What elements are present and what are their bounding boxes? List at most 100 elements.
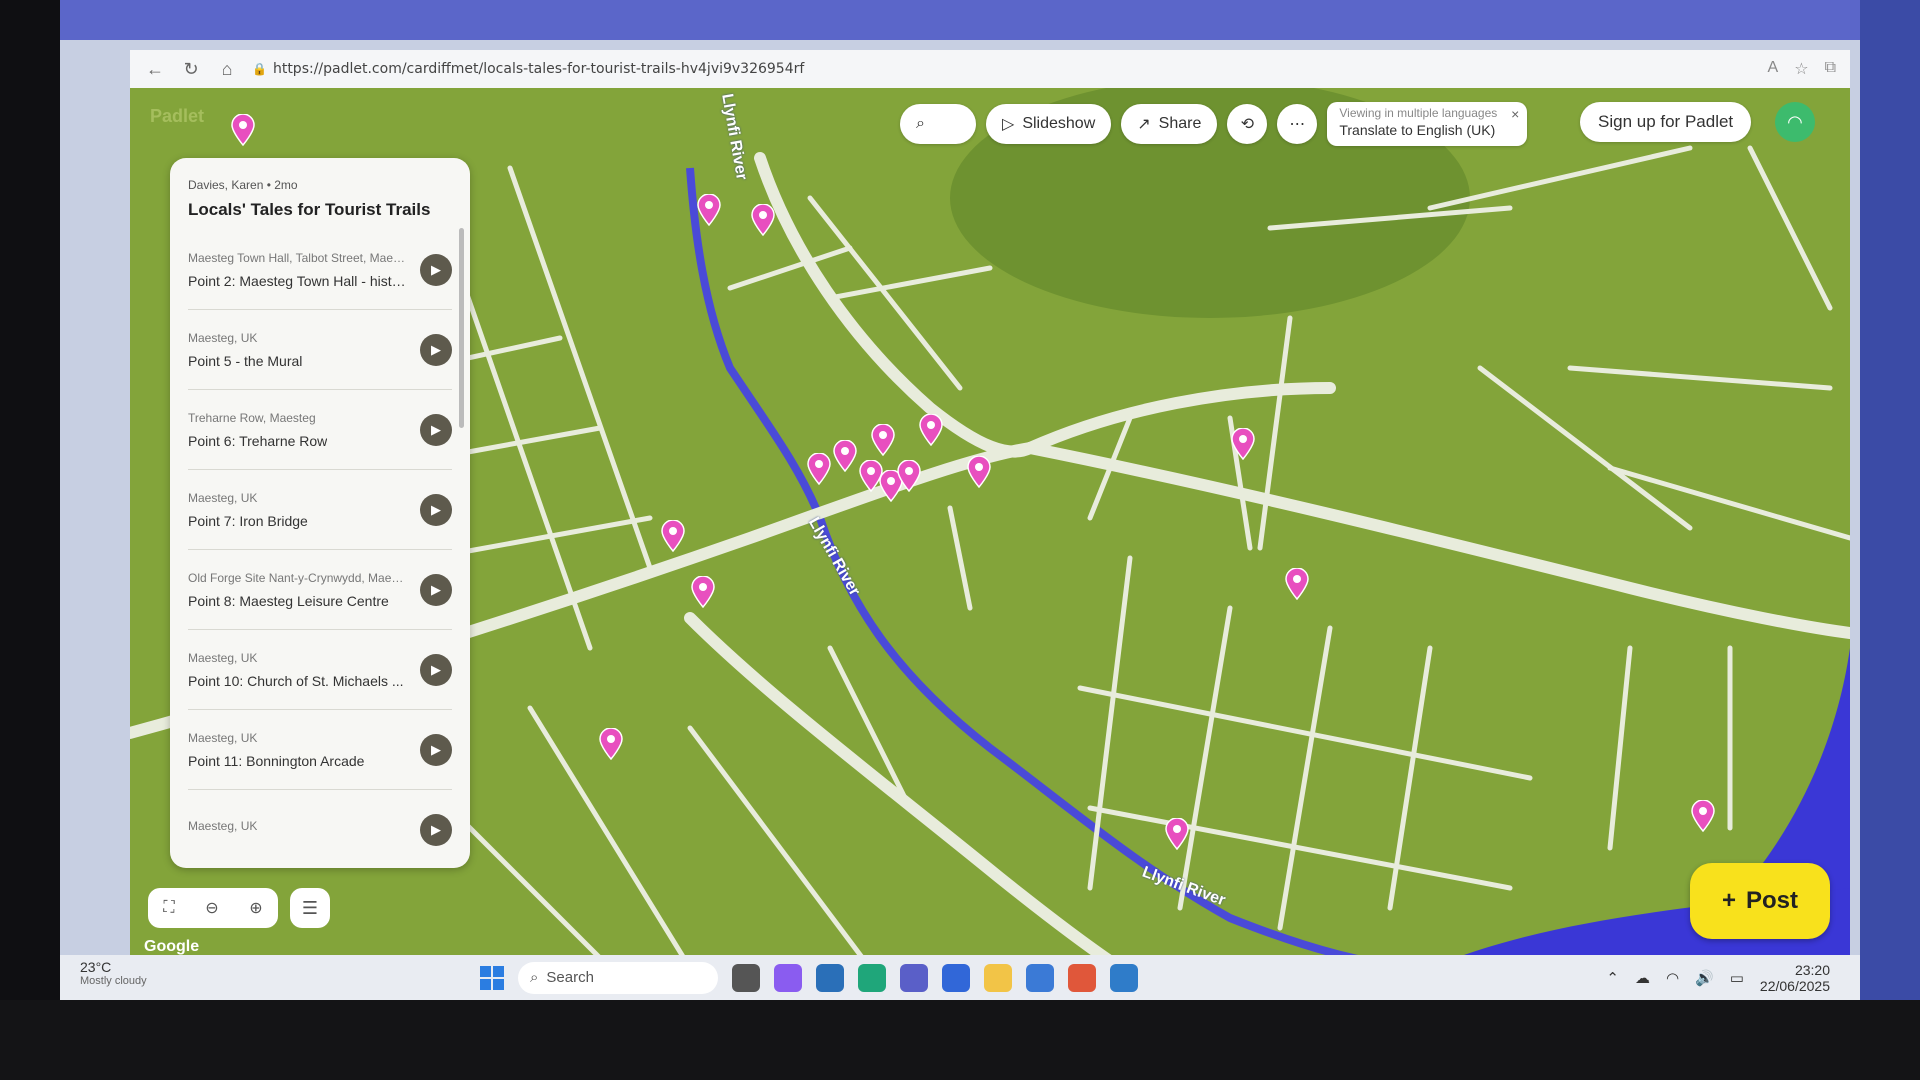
battery-icon[interactable]: ▭ xyxy=(1730,969,1744,987)
map-pin[interactable] xyxy=(230,114,256,146)
map-pin[interactable] xyxy=(1164,818,1190,850)
outlook-icon[interactable] xyxy=(942,963,970,992)
windows-start-icon[interactable] xyxy=(480,965,504,990)
room-background-left xyxy=(0,0,60,1080)
photos-icon[interactable] xyxy=(1110,963,1138,992)
play-icon[interactable]: ▶ xyxy=(420,573,452,606)
map-pin[interactable] xyxy=(598,728,624,760)
copilot-icon[interactable] xyxy=(774,963,802,992)
post-item[interactable]: Treharne Row, Maesteg Point 6: Treharne … xyxy=(188,390,452,470)
post-item[interactable]: Maesteg, UK Point 10: Church of St. Mich… xyxy=(188,630,452,710)
close-icon[interactable]: × xyxy=(1511,106,1519,122)
more-button[interactable]: ⋯ xyxy=(1277,104,1318,144)
map-pin[interactable] xyxy=(918,414,944,446)
read-aloud-icon[interactable]: A xyxy=(1768,59,1779,79)
post-item[interactable]: Old Forge Site Nant-y-Crynwydd, Maest...… xyxy=(188,550,452,630)
post-item[interactable]: Maesteg, UK Point 11: Bonnington Arcade … xyxy=(188,710,452,790)
menu-icon: ☰ xyxy=(301,897,319,918)
task-view-icon[interactable] xyxy=(732,963,760,992)
clock[interactable]: 23:20 22/06/2025 xyxy=(1760,962,1830,994)
wifi-icon[interactable]: ◠ xyxy=(1666,969,1679,987)
taskbar-search[interactable]: ⌕ Search xyxy=(518,961,718,994)
remix-icon: ⟲ xyxy=(1240,116,1255,133)
extensions-icon[interactable]: ⧉ xyxy=(1825,59,1836,79)
map-pin[interactable] xyxy=(806,453,832,485)
account-avatar[interactable]: ◠ xyxy=(1775,102,1815,142)
windows-taskbar: 23°C Mostly cloudy ⌕ Search ⌃ ☁ ◠ 🔊 ▭ 23… xyxy=(60,955,1860,1000)
edge-icon[interactable] xyxy=(858,963,886,992)
post-location: Maesteg, UK xyxy=(188,818,258,833)
office-icon[interactable] xyxy=(1068,963,1096,992)
play-icon[interactable]: ▶ xyxy=(420,733,452,766)
map-pin[interactable] xyxy=(1284,568,1310,600)
store-icon[interactable] xyxy=(816,963,844,992)
post-button[interactable]: + Post xyxy=(1690,863,1830,939)
map-pin[interactable] xyxy=(966,456,992,488)
list-toggle-button[interactable]: ☰ xyxy=(290,888,330,928)
map-pin[interactable] xyxy=(660,520,686,552)
fullscreen-icon[interactable]: ⛶ xyxy=(163,899,174,917)
share-button[interactable]: ↗ Share xyxy=(1121,104,1218,144)
projected-screen: ← ↻ ⌂ 🔒 https://padlet.com/cardiffmet/lo… xyxy=(60,40,1860,1000)
google-attribution: Google xyxy=(144,938,200,955)
app-icon[interactable] xyxy=(1026,963,1054,992)
post-item[interactable]: Maesteg, UK ▶ xyxy=(188,790,452,868)
share-label: Share xyxy=(1158,115,1202,132)
post-location: Maesteg, UK xyxy=(188,730,258,745)
map-canvas[interactable]: Padlet Llynfi River Llynfi River Llynfi … xyxy=(130,88,1850,968)
panel-header: Davies, Karen • 2mo Locals' Tales for To… xyxy=(170,158,470,230)
map-pin[interactable] xyxy=(690,576,716,608)
back-icon[interactable]: ← xyxy=(144,58,166,80)
translate-notice: Viewing in multiple languages xyxy=(1339,106,1498,120)
address-bar[interactable]: 🔒 https://padlet.com/cardiffmet/locals-t… xyxy=(252,61,804,77)
zoom-in-icon[interactable]: ⊕ xyxy=(249,898,262,918)
panel-scrollbar[interactable] xyxy=(459,228,464,428)
post-location: Maesteg, UK xyxy=(188,650,258,665)
map-pin[interactable] xyxy=(750,204,776,236)
search-button[interactable]: ⌕ xyxy=(900,104,976,144)
post-location: Treharne Row, Maesteg xyxy=(188,410,316,425)
slideshow-label: Slideshow xyxy=(1022,115,1096,132)
zoom-out-icon[interactable]: ⊖ xyxy=(205,898,218,918)
post-title: Point 7: Iron Bridge xyxy=(188,512,308,529)
file-explorer-icon[interactable] xyxy=(984,963,1012,992)
weather-widget[interactable]: 23°C Mostly cloudy xyxy=(80,959,147,987)
play-icon[interactable]: ▶ xyxy=(420,413,452,446)
play-icon[interactable]: ▶ xyxy=(420,813,452,846)
signup-button[interactable]: Sign up for Padlet xyxy=(1580,102,1752,142)
play-icon[interactable]: ▶ xyxy=(420,653,452,686)
play-icon[interactable]: ▶ xyxy=(420,493,452,526)
favorite-icon[interactable]: ☆ xyxy=(1794,59,1808,79)
weather-condition: Mostly cloudy xyxy=(80,975,147,987)
weather-temp: 23°C xyxy=(80,959,112,975)
chevron-up-icon[interactable]: ⌃ xyxy=(1606,969,1619,987)
post-item[interactable]: Maesteg, UK Point 5 - the Mural ▶ xyxy=(188,310,452,390)
teams-icon[interactable] xyxy=(900,963,928,992)
play-icon[interactable]: ▶ xyxy=(420,253,452,286)
post-list: Maesteg Town Hall, Talbot Street, Maest.… xyxy=(170,230,470,868)
play-icon[interactable]: ▶ xyxy=(420,333,452,366)
post-title: Point 11: Bonnington Arcade xyxy=(188,752,365,769)
map-pin[interactable] xyxy=(896,460,922,492)
post-location: Old Forge Site Nant-y-Crynwydd, Maest... xyxy=(188,570,408,585)
remix-button[interactable]: ⟲ xyxy=(1227,104,1268,144)
post-item[interactable]: Maesteg, UK Point 7: Iron Bridge ▶ xyxy=(188,470,452,550)
browser-toolbar: ← ↻ ⌂ 🔒 https://padlet.com/cardiffmet/lo… xyxy=(130,50,1850,88)
map-pin[interactable] xyxy=(1230,428,1256,460)
padlet-logo[interactable]: Padlet xyxy=(150,106,204,127)
map-pin[interactable] xyxy=(832,440,858,472)
map-pin[interactable] xyxy=(870,424,896,456)
system-tray: ⌃ ☁ ◠ 🔊 ▭ 23:20 22/06/2025 xyxy=(1606,962,1830,994)
posts-panel: Davies, Karen • 2mo Locals' Tales for To… xyxy=(170,158,470,868)
translate-action[interactable]: Translate to English (UK) xyxy=(1339,122,1497,138)
map-pin[interactable] xyxy=(696,194,722,226)
onedrive-icon[interactable]: ☁ xyxy=(1635,969,1650,987)
post-item[interactable]: Maesteg Town Hall, Talbot Street, Maest.… xyxy=(188,230,452,310)
map-pin[interactable] xyxy=(1690,800,1716,832)
translate-banner[interactable]: Viewing in multiple languages Translate … xyxy=(1327,102,1528,146)
volume-icon[interactable]: 🔊 xyxy=(1695,969,1714,987)
reload-icon[interactable]: ↻ xyxy=(180,58,202,80)
home-icon[interactable]: ⌂ xyxy=(216,58,238,80)
slideshow-button[interactable]: ▷ Slideshow xyxy=(986,104,1112,144)
taskbar-search-label: Search xyxy=(546,969,594,986)
